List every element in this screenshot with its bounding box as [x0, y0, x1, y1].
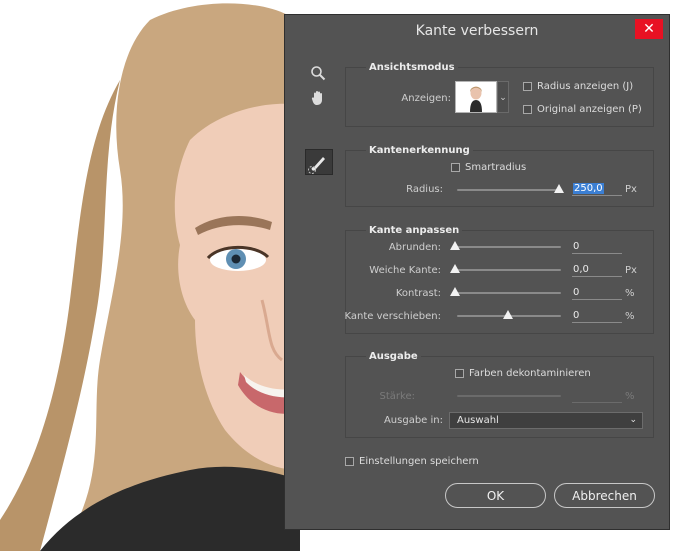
feather-slider-thumb[interactable]	[450, 264, 460, 273]
show-label: Anzeigen:	[401, 93, 451, 104]
smooth-slider-thumb[interactable]	[450, 241, 460, 250]
radius-unit: Px	[625, 184, 637, 195]
smooth-value-field[interactable]: 0	[572, 241, 622, 254]
view-mode-dropdown-chevron-icon[interactable]: ⌄	[497, 81, 509, 113]
remember-settings-checkbox[interactable]	[345, 457, 354, 466]
shift-edge-slider-thumb[interactable]	[503, 310, 513, 319]
zoom-icon[interactable]	[305, 65, 331, 87]
dialog-title: Kante verbessern	[415, 23, 539, 39]
shift-edge-unit: %	[625, 311, 635, 322]
view-mode-thumbnail[interactable]	[455, 81, 497, 113]
shift-edge-label: Kante verschieben:	[344, 311, 441, 322]
close-button[interactable]: ✕	[635, 19, 663, 39]
output-to-value: Auswahl	[457, 415, 499, 426]
show-original-label: Original anzeigen (P)	[537, 104, 642, 115]
contrast-slider-thumb[interactable]	[450, 287, 460, 296]
radius-value-field[interactable]: 250,0	[572, 183, 622, 196]
feather-label: Weiche Kante:	[369, 265, 441, 276]
refine-edge-dialog: Kante verbessern ✕ Ansichtsmodus Anzeige…	[284, 14, 670, 530]
smart-radius-checkbox[interactable]	[451, 163, 460, 172]
shift-edge-value-field[interactable]: 0	[572, 310, 622, 323]
feather-value-field[interactable]: 0,0	[572, 264, 622, 277]
edge-detection-section: Kantenerkennung	[345, 145, 654, 207]
smart-radius-label: Smartradius	[465, 162, 527, 173]
smooth-slider-track[interactable]	[457, 246, 561, 248]
contrast-value-field[interactable]: 0	[572, 287, 622, 300]
output-to-label: Ausgabe in:	[383, 415, 443, 426]
output-title: Ausgabe	[366, 351, 421, 362]
contrast-unit: %	[625, 288, 635, 299]
chevron-down-icon: ⌄	[629, 415, 637, 425]
contrast-slider-track[interactable]	[457, 292, 561, 294]
refine-radius-brush-icon[interactable]	[305, 149, 333, 175]
hand-icon[interactable]	[305, 89, 331, 111]
feather-slider-track[interactable]	[457, 269, 561, 271]
decontaminate-checkbox[interactable]	[455, 369, 464, 378]
amount-label: Stärke:	[379, 391, 415, 402]
ok-button[interactable]: OK	[445, 483, 546, 508]
radius-slider-thumb[interactable]	[554, 184, 564, 193]
radius-value-text: 250,0	[573, 183, 604, 194]
cancel-button[interactable]: Abbrechen	[554, 483, 655, 508]
show-radius-label: Radius anzeigen (J)	[537, 81, 634, 92]
radius-slider-track[interactable]	[457, 189, 561, 191]
output-to-select[interactable]: Auswahl ⌄	[449, 412, 643, 429]
adjust-edge-title: Kante anpassen	[366, 225, 463, 236]
amount-value-field	[572, 390, 622, 403]
title-bar: Kante verbessern ✕	[285, 15, 669, 47]
remember-settings-label: Einstellungen speichern	[359, 456, 479, 467]
feather-unit: Px	[625, 265, 637, 276]
show-original-checkbox[interactable]	[523, 105, 532, 114]
radius-label: Radius:	[406, 184, 443, 195]
amount-slider-track	[457, 395, 561, 397]
edge-detection-title: Kantenerkennung	[366, 145, 473, 156]
contrast-label: Kontrast:	[395, 288, 441, 299]
show-radius-checkbox[interactable]	[523, 82, 532, 91]
smooth-label: Abrunden:	[388, 242, 441, 253]
decontaminate-label: Farben dekontaminieren	[469, 368, 591, 379]
amount-unit: %	[625, 391, 635, 402]
view-mode-title: Ansichtsmodus	[366, 62, 458, 73]
